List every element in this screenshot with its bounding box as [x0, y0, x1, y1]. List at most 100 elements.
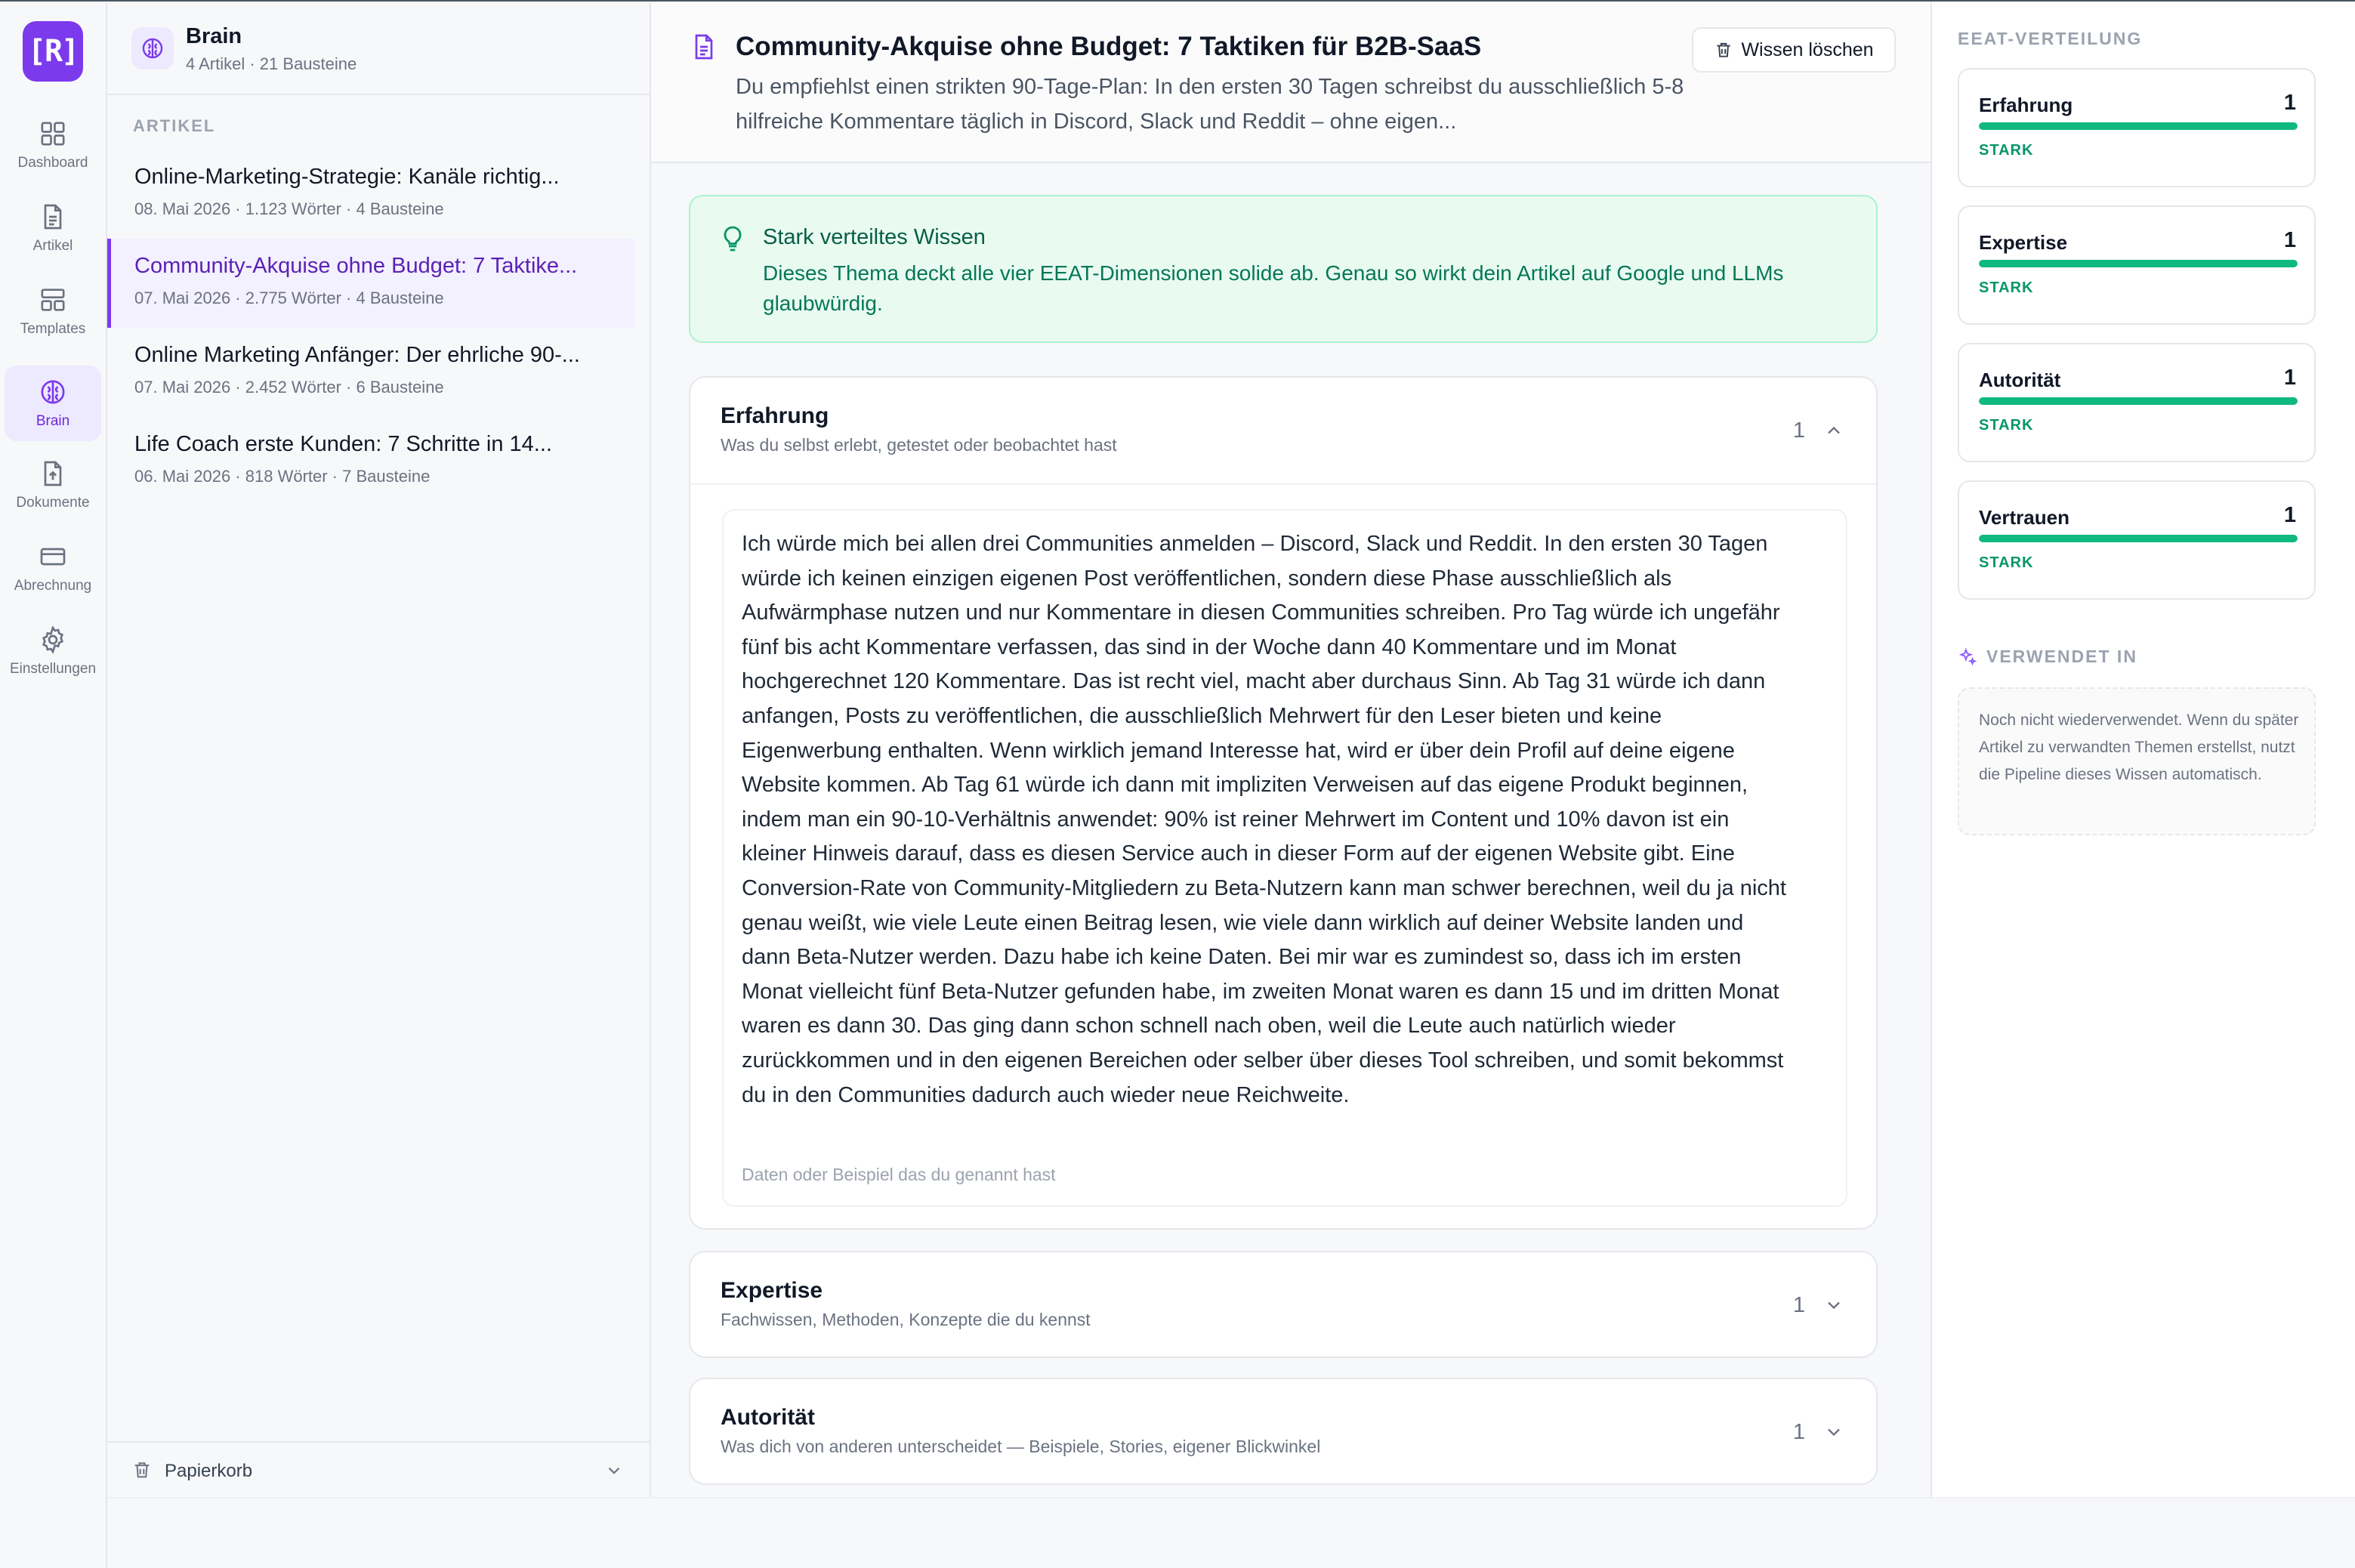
section-title: Expertise — [721, 1278, 823, 1303]
rail-item-dashboard[interactable]: Dashboard — [5, 107, 101, 183]
dashboard-icon — [41, 122, 65, 146]
eeat-section-autoritaet[interactable]: Autorität Was dich von anderen untersche… — [689, 1378, 1878, 1485]
section-header-toggle[interactable]: Expertise Fachwissen, Methoden, Konzepte… — [690, 1252, 1876, 1360]
rail-item-artikel[interactable]: Artikel — [5, 190, 101, 266]
section-title: Erfahrung — [721, 403, 829, 428]
section-header-toggle[interactable]: Erfahrung Was du selbst erlebt, getestet… — [690, 378, 1876, 485]
eeat-name: Vertrauen — [1979, 506, 2069, 529]
rail-label: Artikel — [32, 238, 73, 254]
article-list-panel: Brain 4 Artikel · 21 Bausteine ARTIKEL O… — [107, 3, 651, 1497]
article-title: Online-Marketing-Strategie: Kanäle richt… — [134, 165, 560, 189]
used-in-box: Noch nicht wiederverwendet. Wenn du spät… — [1958, 687, 2316, 835]
section-count: 1 — [1792, 1293, 1805, 1317]
section-count: 1 — [1792, 418, 1805, 443]
delete-knowledge-button[interactable]: Wissen löschen — [1692, 27, 1896, 73]
eeat-name: Autorität — [1979, 369, 2061, 391]
notice-text: Dieses Thema deckt alle vier EEAT-Dimens… — [763, 261, 1784, 315]
chevron-down-icon — [1828, 1301, 1840, 1310]
section-subtitle: Fachwissen, Methoden, Konzepte die du ke… — [721, 1310, 1091, 1329]
knowledge-notice: Stark verteiltes Wissen Dieses Thema dec… — [689, 195, 1878, 343]
article-meta: 06. Mai 2026 · 818 Wörter · 7 Bausteine — [134, 467, 431, 486]
eeat-section-expertise[interactable]: Expertise Fachwissen, Methoden, Konzepte… — [689, 1251, 1878, 1358]
eeat-value: 1 — [2283, 91, 2296, 115]
trash-icon — [1717, 42, 1731, 57]
rail-item-dokumente[interactable]: Dokumente — [5, 447, 101, 523]
eeat-progress-fill — [1979, 397, 2298, 405]
brain-title: Brain — [186, 24, 242, 48]
list-item[interactable]: Life Coach erste Kunden: 7 Schritte in 1… — [107, 417, 634, 506]
trash-icon — [134, 1462, 150, 1478]
chevron-down-icon — [1828, 1428, 1840, 1437]
rail-item-einstellungen[interactable]: Einstellungen — [5, 613, 101, 689]
rail-label: Dokumente — [16, 495, 90, 511]
brain-subtitle: 4 Artikel · 21 Bausteine — [186, 54, 357, 73]
used-in-header: VERWENDET IN — [1958, 647, 2137, 667]
list-item[interactable]: Community-Akquise ohne Budget: 7 Taktike… — [107, 239, 634, 328]
brain-header: Brain 4 Artikel · 21 Bausteine — [107, 3, 650, 95]
eeat-label: EEAT-VERTEILUNG — [1958, 29, 2143, 48]
rail-label: Dashboard — [17, 155, 88, 171]
chevron-up-icon — [1828, 426, 1840, 434]
eeat-progress-bar — [1979, 397, 2298, 405]
main-content: Community-Akquise ohne Budget: 7 Taktike… — [651, 3, 1931, 1497]
entry-text: Ich würde mich bei allen drei Communitie… — [742, 532, 1786, 1107]
rail-item-abrechnung[interactable]: Abrechnung — [5, 530, 101, 606]
article-section-label: ARTIKEL — [133, 116, 216, 135]
eeat-level: STARK — [1979, 142, 2034, 159]
eeat-name: Expertise — [1979, 231, 2068, 254]
eeat-value: 1 — [2283, 366, 2296, 390]
article-meta: 07. Mai 2026 · 2.775 Wörter · 4 Baustein… — [134, 289, 444, 307]
delete-button-label: Wissen löschen — [1741, 39, 1874, 60]
article-meta: 07. Mai 2026 · 2.452 Wörter · 6 Baustein… — [134, 378, 444, 397]
list-item[interactable]: Online Marketing Anfänger: Der ehrliche … — [107, 328, 634, 417]
gear-icon — [42, 625, 64, 654]
list-item[interactable]: Online-Marketing-Strategie: Kanäle richt… — [107, 150, 634, 239]
brain-badge — [131, 27, 174, 69]
eeat-progress-bar — [1979, 260, 2298, 267]
section-subtitle: Was du selbst erlebt, getestet oder beob… — [721, 435, 1117, 455]
eeat-level: STARK — [1979, 279, 2034, 296]
sparkles-icon — [1958, 647, 1977, 665]
article-excerpt: Du empfiehlst einen strikten 90-Tage-Pla… — [736, 75, 1684, 134]
section-subtitle: Was dich von anderen unterscheidet — Bei… — [721, 1437, 1321, 1456]
eeat-card-vertrauen: Vertrauen 1 STARK — [1958, 480, 2316, 600]
page-title: Community-Akquise ohne Budget: 7 Taktike… — [736, 32, 1482, 61]
rail-item-brain[interactable]: Brain — [5, 366, 101, 441]
rail-item-templates[interactable]: Templates — [5, 273, 101, 349]
eeat-progress-bar — [1979, 122, 2298, 130]
eeat-progress-fill — [1979, 122, 2298, 130]
section-header-toggle[interactable]: Autorität Was dich von anderen untersche… — [690, 1379, 1876, 1486]
app-window: [R] Dashboard Artikel Templates Brain Do… — [0, 0, 2355, 1568]
brain-icon — [41, 380, 65, 404]
rail-label: Templates — [20, 321, 86, 337]
notice-title: Stark verteiltes Wissen — [763, 225, 986, 249]
eeat-level: STARK — [1979, 417, 2034, 434]
rail-label: Brain — [35, 413, 70, 429]
eeat-progress-fill — [1979, 260, 2298, 267]
eeat-level: STARK — [1979, 554, 2034, 571]
app-logo[interactable]: [R] — [23, 21, 83, 82]
article-meta: 08. Mai 2026 · 1.123 Wörter · 4 Baustein… — [134, 199, 444, 218]
chevron-down-icon — [608, 1467, 620, 1474]
trash-label: Papierkorb — [165, 1461, 253, 1481]
eeat-card-erfahrung: Erfahrung 1 STARK — [1958, 68, 2316, 187]
credit-card-icon — [40, 548, 66, 566]
entry-note: Daten oder Beispiel das du genannt hast — [742, 1165, 1056, 1184]
eeat-card-expertise: Expertise 1 STARK — [1958, 205, 2316, 325]
eeat-value: 1 — [2283, 228, 2296, 252]
article-title: Life Coach erste Kunden: 7 Schritte in 1… — [134, 432, 552, 456]
lightbulb-icon — [724, 226, 742, 252]
section-count: 1 — [1792, 1420, 1805, 1444]
document-icon — [44, 204, 62, 230]
trash-toggle[interactable]: Papierkorb — [107, 1441, 651, 1495]
eeat-value: 1 — [2283, 503, 2296, 527]
rail-label: Einstellungen — [9, 661, 97, 677]
eeat-progress-bar — [1979, 535, 2298, 542]
article-title: Community-Akquise ohne Budget: 7 Taktike… — [134, 254, 578, 278]
knowledge-entry: Ich würde mich bei allen drei Communitie… — [722, 509, 1847, 1207]
article-header: Community-Akquise ohne Budget: 7 Taktike… — [651, 3, 1931, 163]
divider — [690, 483, 1876, 485]
eeat-name: Erfahrung — [1979, 94, 2073, 116]
eeat-progress-fill — [1979, 535, 2298, 542]
article-title: Online Marketing Anfänger: Der ehrliche … — [134, 343, 580, 367]
